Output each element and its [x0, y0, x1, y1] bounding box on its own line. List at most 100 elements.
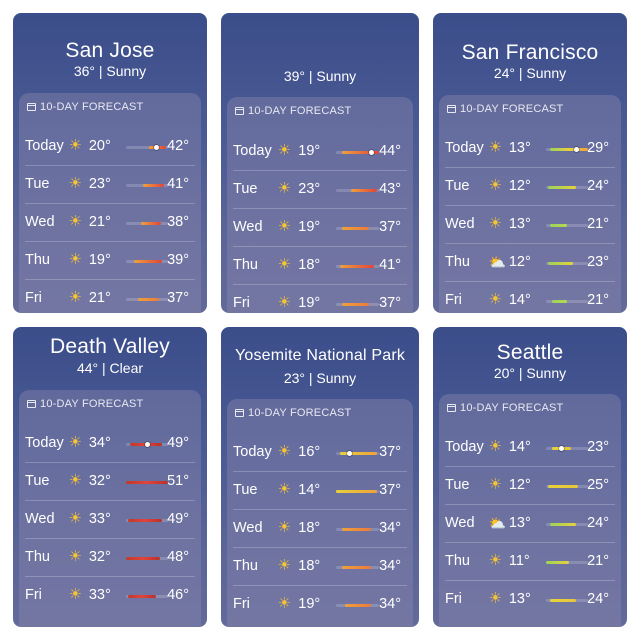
temperature-range-bar — [125, 298, 169, 301]
row-divider — [233, 547, 407, 548]
temperature-range-fill — [344, 604, 371, 607]
temperature-range-bar — [125, 260, 169, 263]
forecast-row[interactable]: Thu ☀ 18° 41° — [227, 246, 413, 285]
forecast-row[interactable]: Today ☀ 19° 44° — [227, 133, 413, 171]
day-label: Fri — [233, 596, 250, 612]
forecast-row[interactable]: Wed ☀ 18° 34° — [227, 509, 413, 548]
temperature-range-fill — [125, 557, 160, 560]
day-label: Tue — [445, 178, 470, 194]
temperature-range-fill — [125, 481, 168, 484]
current-temp-indicator — [346, 451, 352, 456]
current-conditions: 39° | Sunny — [283, 68, 357, 84]
forecast-row[interactable]: Thu ☀ 19° 39° — [19, 241, 201, 280]
forecast-row[interactable]: Fri ☀ 13° 24° — [439, 580, 621, 619]
forecast-row[interactable]: Tue ☀ 12° 25° — [439, 466, 621, 505]
temperature-range-fill — [134, 260, 162, 263]
current-temp-indicator — [573, 147, 579, 152]
forecast-row[interactable]: Fri ☀ 19° 34° — [227, 585, 413, 624]
forecast-panel: 10-DAY FORECAST Today ☀ 34° 49° Tue ☀ 32° 51° Wed… — [19, 390, 201, 627]
forecast-row[interactable]: Wed ☀ 13° 21° — [439, 205, 621, 244]
temperature-range-fill — [140, 222, 161, 225]
weather-card[interactable]: 39° | Sunny 10-DAY FORECAST Today ☀ 19° 44° Tu… — [221, 13, 419, 313]
high-temp: 24° — [587, 591, 609, 607]
temperature-range-bar — [125, 145, 169, 150]
forecast-row[interactable]: Fri ☀ 21° 37° — [19, 279, 201, 313]
forecast-row[interactable]: Tue ☀ 14° 37° — [227, 471, 413, 510]
row-divider — [445, 243, 615, 244]
sun-icon: ☀ — [488, 291, 502, 308]
temperature-range-bar — [545, 599, 589, 602]
current-conditions: 23° | Sunny — [283, 370, 357, 386]
forecast-label: 10-DAY FORECAST — [40, 101, 144, 113]
row-divider — [233, 509, 407, 510]
temperature-range-bar — [545, 446, 589, 451]
high-temp: 23° — [587, 439, 609, 455]
weather-card[interactable]: San Jose 36° | Sunny 10-DAY FORECAST Today ☀… — [13, 13, 207, 313]
temperature-range-bar — [125, 595, 169, 598]
forecast-row[interactable]: Today ☀ 34° 49° — [19, 425, 201, 463]
weather-card[interactable]: Yosemite National Park 23° | Sunny 10-DAY … — [221, 327, 419, 627]
weather-card[interactable]: Death Valley 44° | Clear 10-DAY FORECAST To… — [13, 327, 207, 627]
forecast-row[interactable]: Tue ☀ 23° 41° — [19, 165, 201, 204]
current-conditions: 20° | Sunny — [493, 365, 567, 381]
forecast-row[interactable]: Today ☀ 20° 42° — [19, 128, 201, 166]
sun-icon: ☀ — [68, 137, 82, 154]
high-temp: 49° — [167, 435, 189, 451]
forecast-row[interactable]: Fri ☀ 33° 46° — [19, 576, 201, 615]
high-temp: 37° — [167, 290, 189, 306]
forecast-row[interactable]: Wed ☀ 21° 38° — [19, 203, 201, 242]
forecast-row[interactable]: Wed ☀ 19° 37° — [227, 208, 413, 247]
forecast-row[interactable]: Wed ⛅ 13° 24° — [439, 504, 621, 543]
temperature-range-bar — [125, 222, 169, 225]
row-divider — [25, 279, 195, 280]
forecast-row[interactable]: Today ☀ 13° 29° — [439, 130, 621, 168]
low-temp: 19° — [298, 143, 321, 159]
forecast-row[interactable]: Thu ☀ 18° 34° — [227, 547, 413, 586]
row-divider — [445, 281, 615, 282]
day-label: Today — [445, 439, 484, 455]
weather-card[interactable]: Seattle 20° | Sunny 10-DAY FORECAST Today ☀ 1… — [433, 327, 627, 627]
row-divider — [25, 500, 195, 501]
forecast-row[interactable]: Wed ☀ 33° 49° — [19, 500, 201, 539]
temperature-range-fill — [142, 184, 165, 187]
forecast-row[interactable]: Thu ☀ 11° 21° — [439, 542, 621, 581]
row-divider — [233, 170, 407, 171]
forecast-row[interactable]: Tue ☀ 12° 24° — [439, 167, 621, 206]
temperature-range-bar — [335, 227, 380, 230]
calendar-icon — [447, 404, 456, 412]
high-temp: 49° — [167, 511, 189, 527]
low-temp: 19° — [298, 295, 321, 311]
low-temp: 34° — [88, 435, 111, 451]
low-temp: 19° — [298, 596, 321, 612]
high-temp: 48° — [167, 549, 189, 565]
high-temp: 41° — [379, 257, 401, 273]
sun-icon: ☀ — [488, 552, 502, 569]
high-temp: 51° — [167, 473, 189, 489]
forecast-row[interactable]: Thu ☀ 32° 48° — [19, 538, 201, 577]
row-divider — [25, 576, 195, 577]
forecast-row[interactable]: Today ☀ 16° 37° — [227, 434, 413, 472]
day-label: Tue — [25, 176, 50, 192]
day-label: Fri — [445, 591, 462, 607]
temperature-range-bar — [125, 481, 169, 484]
forecast-row[interactable]: Fri ☀ 14° 21° — [439, 281, 621, 313]
forecast-row[interactable]: Tue ☀ 32° 51° — [19, 462, 201, 501]
forecast-row[interactable]: Thu ⛅ 12° 23° — [439, 243, 621, 282]
sun-icon: ☀ — [277, 443, 291, 460]
day-label: Fri — [233, 295, 250, 311]
forecast-header: 10-DAY FORECAST — [447, 103, 563, 115]
temperature-range-fill — [547, 485, 578, 488]
low-temp: 23° — [298, 181, 321, 197]
forecast-label: 10-DAY FORECAST — [460, 402, 564, 414]
current-conditions: 36° | Sunny — [73, 63, 147, 79]
forecast-row[interactable]: Today ☀ 14° 23° — [439, 429, 621, 467]
high-temp: 37° — [379, 444, 401, 460]
forecast-row[interactable]: Tue ☀ 23° 43° — [227, 170, 413, 209]
forecast-header: 10-DAY FORECAST — [447, 402, 563, 414]
weather-card[interactable]: San Francisco 24° | Sunny 10-DAY FORECAST T… — [433, 13, 627, 313]
temperature-range-fill — [127, 595, 156, 598]
day-label: Wed — [233, 219, 263, 235]
low-temp: 12° — [508, 254, 531, 270]
temperature-range-fill — [138, 298, 159, 301]
forecast-row[interactable]: Fri ☀ 19° 37° — [227, 284, 413, 313]
